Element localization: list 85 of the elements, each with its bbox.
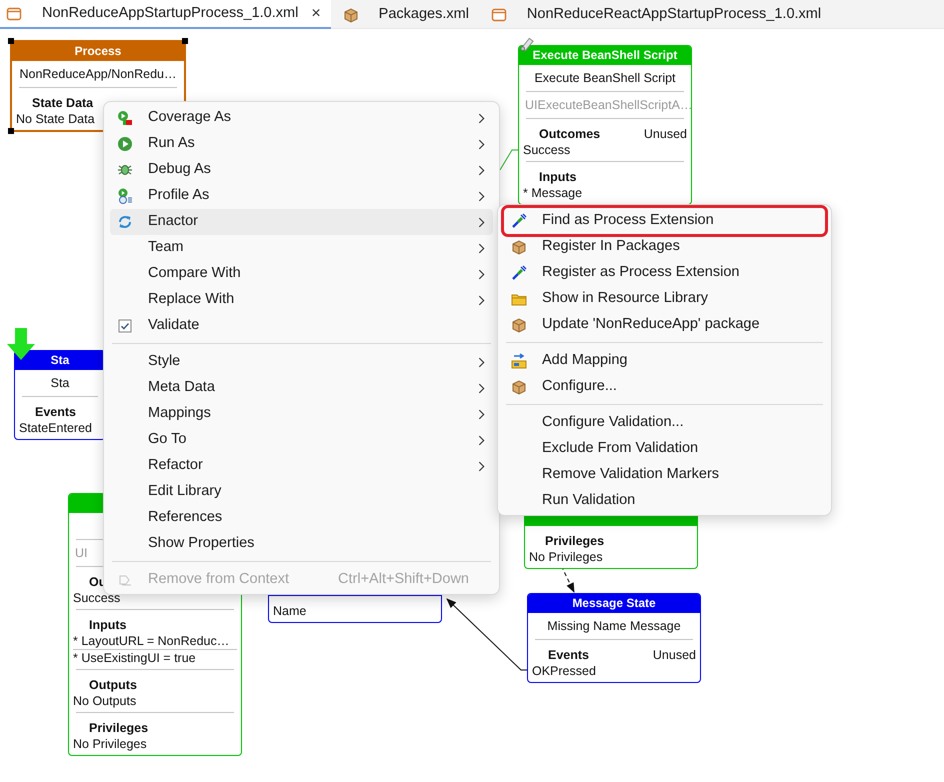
menu-item[interactable]: Enactor	[110, 209, 493, 235]
menu-item[interactable]: Validate	[110, 313, 493, 339]
profile-icon	[117, 188, 133, 204]
plug-icon	[511, 265, 527, 281]
mapping-icon	[511, 353, 527, 369]
section-item: * Message	[523, 185, 582, 201]
section-item: StateEntered	[19, 420, 92, 436]
package-icon	[511, 239, 527, 255]
menu-item[interactable]: References	[110, 505, 493, 531]
node-reference: UIExecuteBeanShellScriptA…	[525, 98, 691, 112]
package-icon	[511, 379, 527, 395]
section-status: Unused	[644, 126, 687, 142]
refresh-icon	[117, 214, 133, 230]
node-name: NonReduceApp/NonRedu…	[19, 67, 177, 81]
menu-item[interactable]: Replace With	[110, 287, 493, 313]
node-header: Execute BeanShell Script	[519, 46, 691, 65]
menu-item[interactable]: Configure...	[504, 374, 825, 400]
menu-item[interactable]: Refactor	[110, 453, 493, 479]
tab[interactable]: NonReduceReactAppStartupProcess_1.0.xml	[484, 0, 832, 29]
menu-item[interactable]: Configure Validation...	[504, 410, 825, 436]
section-heading: Outcomes	[538, 126, 600, 142]
menu-item[interactable]: Meta Data	[110, 375, 493, 401]
connector-line	[500, 150, 518, 170]
tab[interactable]: NonReduceAppStartupProcess_1.0.xml ×	[0, 0, 331, 29]
menu-item[interactable]: Team	[110, 235, 493, 261]
node-name: Execute BeanShell Script	[534, 71, 676, 85]
section-item: * UseExistingUI = true	[73, 650, 196, 666]
menu-item[interactable]: Run As	[110, 131, 493, 157]
section-item: Name	[273, 603, 306, 619]
play-icon	[117, 136, 133, 152]
selection-handle[interactable]	[182, 38, 188, 44]
menu-item[interactable]: Register as Process Extension	[504, 260, 825, 286]
menu-item[interactable]: Show in Resource Library	[504, 286, 825, 312]
section-heading: Privileges	[544, 533, 604, 549]
menu-item[interactable]: Style	[110, 349, 493, 375]
menu-item[interactable]: Exclude From Validation	[504, 436, 825, 462]
section-heading: Events	[34, 404, 76, 420]
menu-item[interactable]: Coverage As	[110, 105, 493, 131]
section-heading: Privileges	[88, 720, 148, 736]
menu-item[interactable]: Add Mapping	[504, 348, 825, 374]
menu-item[interactable]: Register In Packages	[504, 234, 825, 260]
node-name: Sta	[50, 376, 70, 390]
section-heading: Inputs	[538, 169, 576, 185]
section-item: No Outputs	[73, 693, 136, 709]
menu-item[interactable]: Go To	[110, 427, 493, 453]
section-item: Success	[73, 590, 120, 606]
selection-handle[interactable]	[8, 38, 14, 44]
close-button[interactable]: ×	[303, 6, 321, 22]
menu-item[interactable]: Run Validation	[504, 488, 825, 514]
package-icon	[511, 317, 527, 333]
node-name: Missing Name Message	[547, 619, 681, 633]
section-item: OKPressed	[532, 663, 596, 679]
section-item: No Privileges	[73, 736, 147, 752]
plug-icon	[511, 213, 527, 229]
menu-item[interactable]: Debug As	[110, 157, 493, 183]
selection-handle[interactable]	[8, 128, 14, 134]
shortcut-label: Ctrl+Alt+Shift+Down	[338, 570, 469, 590]
section-heading: State Data	[31, 95, 94, 111]
scroll-icon	[519, 36, 534, 52]
section-heading: Events	[547, 647, 589, 663]
section-heading: Outputs	[88, 677, 137, 693]
window-icon	[490, 6, 507, 22]
node-header: Message State	[528, 594, 700, 613]
section-item: Success	[523, 142, 570, 158]
menu-item[interactable]: Update 'NonReduceApp' package	[504, 312, 825, 338]
section-status: Unused	[652, 647, 696, 663]
section-item: No Privileges	[529, 549, 603, 565]
node-header: Process	[12, 42, 184, 61]
menu-item[interactable]: Remove Validation Markers	[504, 462, 825, 488]
checkbox[interactable]	[117, 318, 133, 334]
menu-item[interactable]: Mappings	[110, 401, 493, 427]
package-icon	[342, 6, 359, 22]
tab[interactable]: Packages.xml	[336, 0, 479, 29]
window-icon	[6, 6, 22, 22]
menu-item[interactable]: Show Properties	[110, 531, 493, 557]
menu-item[interactable]: Compare With	[110, 261, 493, 287]
menu-item[interactable]: Edit Library	[110, 479, 493, 505]
section-item: No State Data	[16, 111, 95, 127]
menu-item[interactable]: Find as Process Extension	[504, 208, 825, 234]
menu-item[interactable]: Profile As	[110, 183, 493, 209]
section-heading: Inputs	[88, 617, 126, 633]
coverage-icon	[117, 110, 133, 126]
bug-icon	[117, 162, 133, 178]
node-reference: UI	[75, 546, 88, 560]
section-item: * LayoutURL = NonReduc…	[73, 633, 230, 649]
